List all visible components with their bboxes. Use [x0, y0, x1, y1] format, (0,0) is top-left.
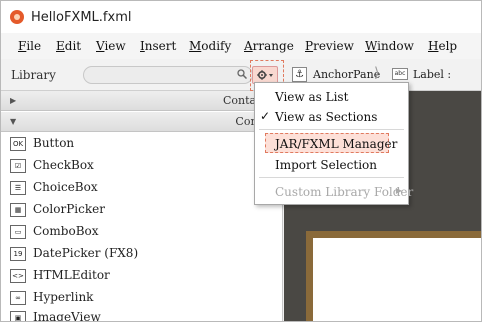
menu-help[interactable]: Help: [428, 39, 457, 53]
library-label: Library: [11, 68, 56, 82]
breadcrumb-anchorpane[interactable]: AnchorPane: [313, 68, 380, 81]
app-icon: [10, 10, 24, 24]
choicebox-icon: ☰: [10, 181, 26, 195]
menu-item-view-as-list[interactable]: View as List: [255, 87, 408, 107]
combobox-icon: ▭: [10, 225, 26, 239]
search-icon[interactable]: [237, 69, 247, 79]
label-abc-icon: abc: [392, 68, 408, 80]
library-item-htmleditor[interactable]: <> HTMLEditor: [1, 265, 283, 287]
menu-separator: [259, 129, 404, 130]
library-search-input[interactable]: [83, 66, 253, 84]
list-item-label: CheckBox: [33, 158, 94, 172]
list-item-label: HTMLEditor: [33, 268, 110, 282]
library-item-colorpicker[interactable]: ▦ ColorPicker: [1, 199, 283, 221]
menu-window[interactable]: Window: [365, 39, 414, 53]
menu-file[interactable]: File: [18, 39, 41, 53]
list-item-label: Button: [33, 136, 75, 150]
menu-preview[interactable]: Preview: [305, 39, 354, 53]
section-header-containers[interactable]: ▶ Containers: [1, 91, 283, 111]
imageview-icon: ▣: [10, 311, 26, 321]
button-icon: OK: [10, 137, 26, 151]
list-item-label: ColorPicker: [33, 202, 105, 216]
anchor-pane-icon: ⚓: [292, 67, 307, 82]
library-toolbar: Library ⚓ AnchorPane ⟩ abc Label :: [1, 59, 481, 91]
library-item-button[interactable]: OK Button: [1, 133, 283, 155]
datepicker-icon: 19: [10, 247, 26, 261]
menu-item-custom-library-folder: Custom Library Folder ▶: [255, 182, 413, 202]
library-item-hyperlink[interactable]: ∞ Hyperlink: [1, 287, 283, 309]
library-item-imageview[interactable]: ▣ ImageView: [1, 307, 283, 322]
menu-arrange[interactable]: Arrange: [244, 39, 294, 53]
menu-item-label: View as Sections: [275, 110, 378, 124]
section-header-controls[interactable]: ▼ Controls: [1, 112, 283, 132]
list-item-label: ComboBox: [33, 224, 99, 238]
menu-item-label: Import Selection: [275, 158, 377, 172]
window-title: HelloFXML.fxml: [31, 9, 132, 25]
library-item-checkbox[interactable]: ☑ CheckBox: [1, 155, 283, 177]
colorpicker-icon: ▦: [10, 203, 26, 217]
menu-separator: [259, 177, 404, 178]
hyperlink-icon: ∞: [10, 291, 26, 305]
library-settings-menu: View as List ✓ View as Sections JAR/FXML…: [254, 82, 413, 205]
breadcrumb-label[interactable]: Label :: [413, 68, 451, 81]
anchor-pane-surface[interactable]: [313, 238, 481, 321]
list-item-label: DatePicker (FX8): [33, 246, 139, 260]
library-panel: ▶ Containers ▼ Controls OK Button ☑ Chec…: [1, 91, 283, 322]
breadcrumb-separator-icon: ⟩: [374, 65, 380, 81]
library-item-combobox[interactable]: ▭ ComboBox: [1, 221, 283, 243]
title-bar: HelloFXML.fxml: [1, 1, 481, 33]
menu-item-label: View as List: [275, 90, 349, 104]
menu-edit[interactable]: Edit: [56, 39, 81, 53]
menu-item-label: JAR/FXML Manager: [275, 137, 398, 151]
library-item-choicebox[interactable]: ☰ ChoiceBox: [1, 177, 283, 199]
menu-bar: File Edit View Insert Modify Arrange Pre…: [1, 33, 481, 59]
library-item-datepicker[interactable]: 19 DatePicker (FX8): [1, 243, 283, 265]
list-item-label: Hyperlink: [33, 290, 94, 304]
menu-insert[interactable]: Insert: [140, 39, 176, 53]
collapsed-triangle-icon: ▶: [10, 96, 17, 105]
menu-modify[interactable]: Modify: [189, 39, 231, 53]
menu-view[interactable]: View: [96, 39, 126, 53]
menu-item-import-selection[interactable]: Import Selection: [255, 155, 408, 175]
list-item-label: ChoiceBox: [33, 180, 98, 194]
menu-item-view-as-sections[interactable]: ✓ View as Sections: [255, 107, 408, 127]
menu-item-jar-fxml-manager[interactable]: JAR/FXML Manager: [255, 134, 408, 154]
checkbox-icon: ☑: [10, 159, 26, 173]
check-icon: ✓: [260, 109, 271, 123]
scene-builder-window: HelloFXML.fxml File Edit View Insert Mod…: [0, 0, 482, 322]
submenu-arrow-icon: ▶: [395, 186, 402, 195]
list-item-label: ImageView: [33, 310, 101, 322]
htmleditor-icon: <>: [10, 269, 26, 283]
menu-item-label: Custom Library Folder: [275, 185, 414, 199]
expanded-triangle-icon: ▼: [10, 117, 17, 126]
